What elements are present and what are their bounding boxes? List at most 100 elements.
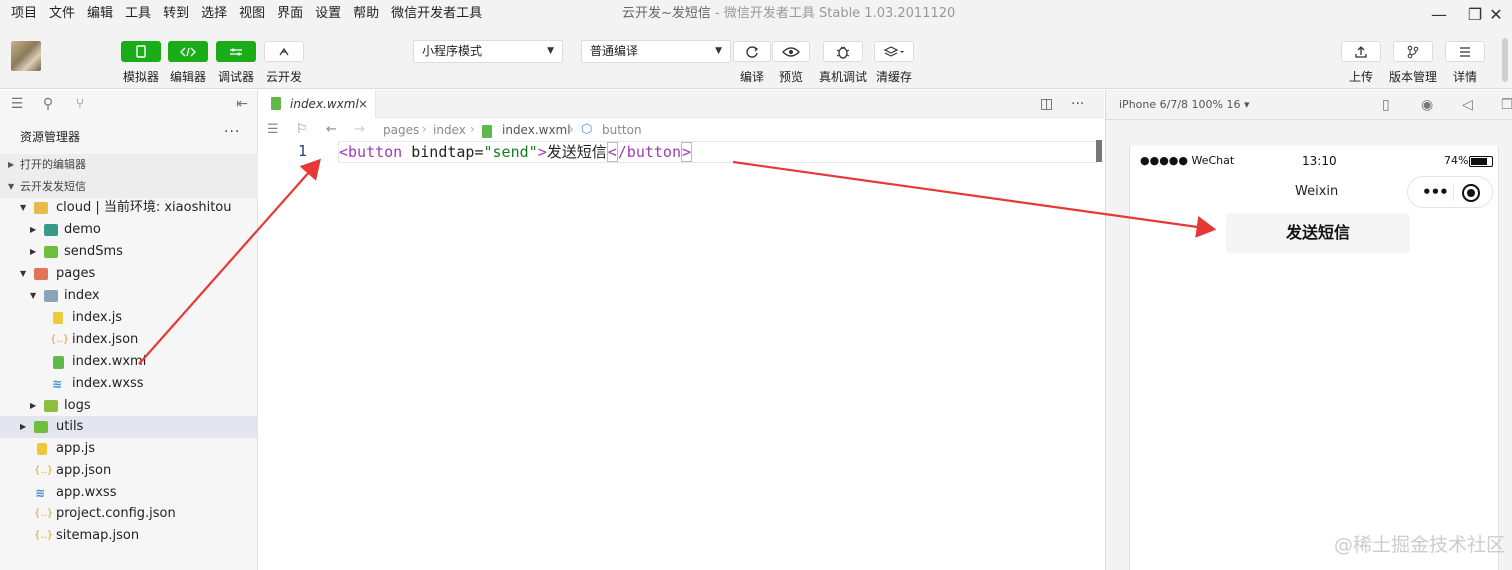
tree-item-index-folder[interactable]: ▼ index	[0, 285, 257, 307]
menu-interface[interactable]: 界面	[271, 0, 309, 28]
menu-project[interactable]: 项目	[0, 0, 43, 28]
tab-close-icon[interactable]: ×	[358, 90, 368, 118]
mode-select[interactable]: 小程序模式 ▼	[413, 40, 563, 63]
cube-icon: ⬡	[581, 122, 593, 137]
tree-item-utils[interactable]: ▶ utils	[0, 416, 257, 438]
compile-button[interactable]	[733, 41, 771, 62]
menu-help[interactable]: 帮助	[347, 0, 385, 28]
tree-item-index-wxss[interactable]: ≋ index.wxss	[0, 373, 257, 395]
tree-item-cloud[interactable]: ▼ cloud | 当前环境: xiaoshitou	[0, 197, 257, 219]
tree-item-app-json[interactable]: {..} app.json	[0, 460, 257, 482]
collapse-panel-icon[interactable]: ⇤	[234, 96, 250, 112]
remote-debug-button[interactable]	[823, 41, 863, 62]
version-button[interactable]	[1393, 41, 1433, 62]
tree-item-label: cloud | 当前环境: xiaoshitou	[56, 200, 232, 215]
menu-goto[interactable]: 转到	[157, 0, 195, 28]
tree-item-index-wxml[interactable]: index.wxml	[0, 351, 257, 373]
code-close-gt: >	[680, 142, 693, 162]
breadcrumb-item[interactable]: pages	[383, 123, 419, 137]
phone-icon[interactable]: ▯	[1382, 97, 1390, 113]
tree-item-app-js[interactable]: app.js	[0, 438, 257, 460]
split-editor-icon[interactable]: ◫	[1040, 96, 1053, 112]
menu-capsule[interactable]: •••	[1407, 176, 1493, 208]
back-arrow-icon[interactable]: ←	[326, 122, 337, 137]
layers-icon	[883, 45, 904, 57]
editor-toggle-button[interactable]	[168, 41, 208, 62]
avatar[interactable]	[11, 41, 41, 71]
chevron-down-icon: ▼	[8, 182, 15, 191]
window-icon[interactable]: ❐	[1501, 97, 1512, 113]
menu-file[interactable]: 文件	[43, 0, 81, 28]
bookmark-icon[interactable]: ⚐	[296, 122, 308, 137]
menu-edit[interactable]: 编辑	[81, 0, 119, 28]
breadcrumb-item[interactable]: index	[433, 123, 466, 137]
tab-index-wxml[interactable]: index.wxml ×	[258, 90, 376, 118]
device-select[interactable]: iPhone 6/7/8 100% 16 ▾	[1119, 90, 1250, 120]
simulator-bar: iPhone 6/7/8 100% 16 ▾ ▯ ◉ ◁ ❐	[1106, 90, 1512, 120]
forward-arrow-icon[interactable]: →	[354, 122, 365, 137]
wxml-file-icon	[271, 97, 281, 110]
clear-cache-button[interactable]	[874, 41, 914, 62]
tree-item-pages[interactable]: ▼ pages	[0, 263, 257, 285]
cloud-dev-button[interactable]	[264, 41, 304, 62]
compile-select[interactable]: 普通编译 ▼	[581, 40, 731, 63]
simulator-toggle-button[interactable]	[121, 41, 161, 62]
js-file-icon	[37, 443, 47, 455]
tree-item-sendsms[interactable]: ▶ sendSms	[0, 241, 257, 263]
tree-item-label: app.wxss	[56, 485, 117, 500]
menu-select[interactable]: 选择	[195, 0, 233, 28]
open-editors-label: 打开的编辑器	[20, 158, 86, 171]
tree-item-index-js[interactable]: index.js	[0, 307, 257, 329]
project-section[interactable]: ▼ 云开发发短信	[0, 176, 258, 198]
sliders-icon	[230, 48, 242, 55]
branch-icon[interactable]: ⑂	[72, 96, 88, 112]
code-line-1[interactable]: <button bindtap="send">发送短信</button>	[339, 142, 693, 162]
preview-button[interactable]	[772, 41, 810, 62]
more-icon[interactable]: ···	[224, 124, 240, 140]
menu-wechat-devtools[interactable]: 微信开发者工具	[385, 0, 488, 28]
tree-item-sitemap[interactable]: {..} sitemap.json	[0, 525, 257, 547]
breadcrumb-item[interactable]: button	[602, 123, 642, 137]
toolbar-scrollbar[interactable]	[1502, 38, 1508, 82]
open-editors-section[interactable]: ▶ 打开的编辑器	[0, 154, 258, 176]
upload-button[interactable]	[1341, 41, 1381, 62]
close-icon: ✕	[1489, 4, 1503, 24]
debugger-toggle-button[interactable]	[216, 41, 256, 62]
search-icon[interactable]: ⚲	[40, 96, 56, 112]
editor-tab-bar: index.wxml × ◫ ···	[258, 90, 1104, 118]
volume-icon[interactable]: ◁	[1462, 97, 1473, 113]
send-sms-button[interactable]: 发送短信	[1226, 213, 1410, 253]
record-icon[interactable]: ◉	[1421, 97, 1433, 113]
more-actions-icon[interactable]: ···	[1071, 96, 1084, 112]
tree-item-demo[interactable]: ▶ demo	[0, 219, 257, 241]
close-button[interactable]: ✕	[1480, 0, 1512, 28]
branch-icon	[1407, 45, 1419, 58]
close-miniprogram-icon[interactable]	[1462, 184, 1480, 202]
code-gt: >	[537, 143, 547, 161]
menu-settings[interactable]: 设置	[309, 0, 347, 28]
menu-tools[interactable]: 工具	[119, 0, 157, 28]
status-bar: ●●●●● WeChat 13:10 74%	[1130, 154, 1500, 170]
tree-item-logs[interactable]: ▶ logs	[0, 395, 257, 417]
breadcrumb-item[interactable]: index.wxml	[502, 123, 571, 137]
css-file-icon: ≋	[35, 486, 46, 500]
tree-item-project-config[interactable]: {..} project.config.json	[0, 503, 257, 525]
tree-item-index-json[interactable]: {..} index.json	[0, 329, 257, 351]
tree-item-label: index.wxss	[72, 376, 144, 391]
details-button[interactable]	[1445, 41, 1485, 62]
json-file-icon: {..}	[34, 465, 54, 476]
cloud-link-icon	[279, 47, 289, 55]
more-icon[interactable]: •••	[1422, 183, 1449, 201]
menu-view[interactable]: 视图	[233, 0, 271, 28]
details-label: 详情	[1452, 70, 1477, 84]
chevron-down-icon: ▼	[30, 291, 37, 300]
chevron-right-icon: ▶	[30, 247, 37, 256]
tree-item-label: pages	[56, 266, 96, 281]
tree-item-app-wxss[interactable]: ≋ app.wxss	[0, 482, 257, 504]
editor-scrollbar[interactable]	[1096, 140, 1102, 162]
wxml-file-icon	[482, 125, 492, 138]
list-icon[interactable]: ☰	[267, 122, 279, 137]
battery-icon	[1469, 156, 1493, 167]
bug-icon	[836, 45, 850, 59]
list-icon[interactable]: ☰	[9, 96, 25, 112]
